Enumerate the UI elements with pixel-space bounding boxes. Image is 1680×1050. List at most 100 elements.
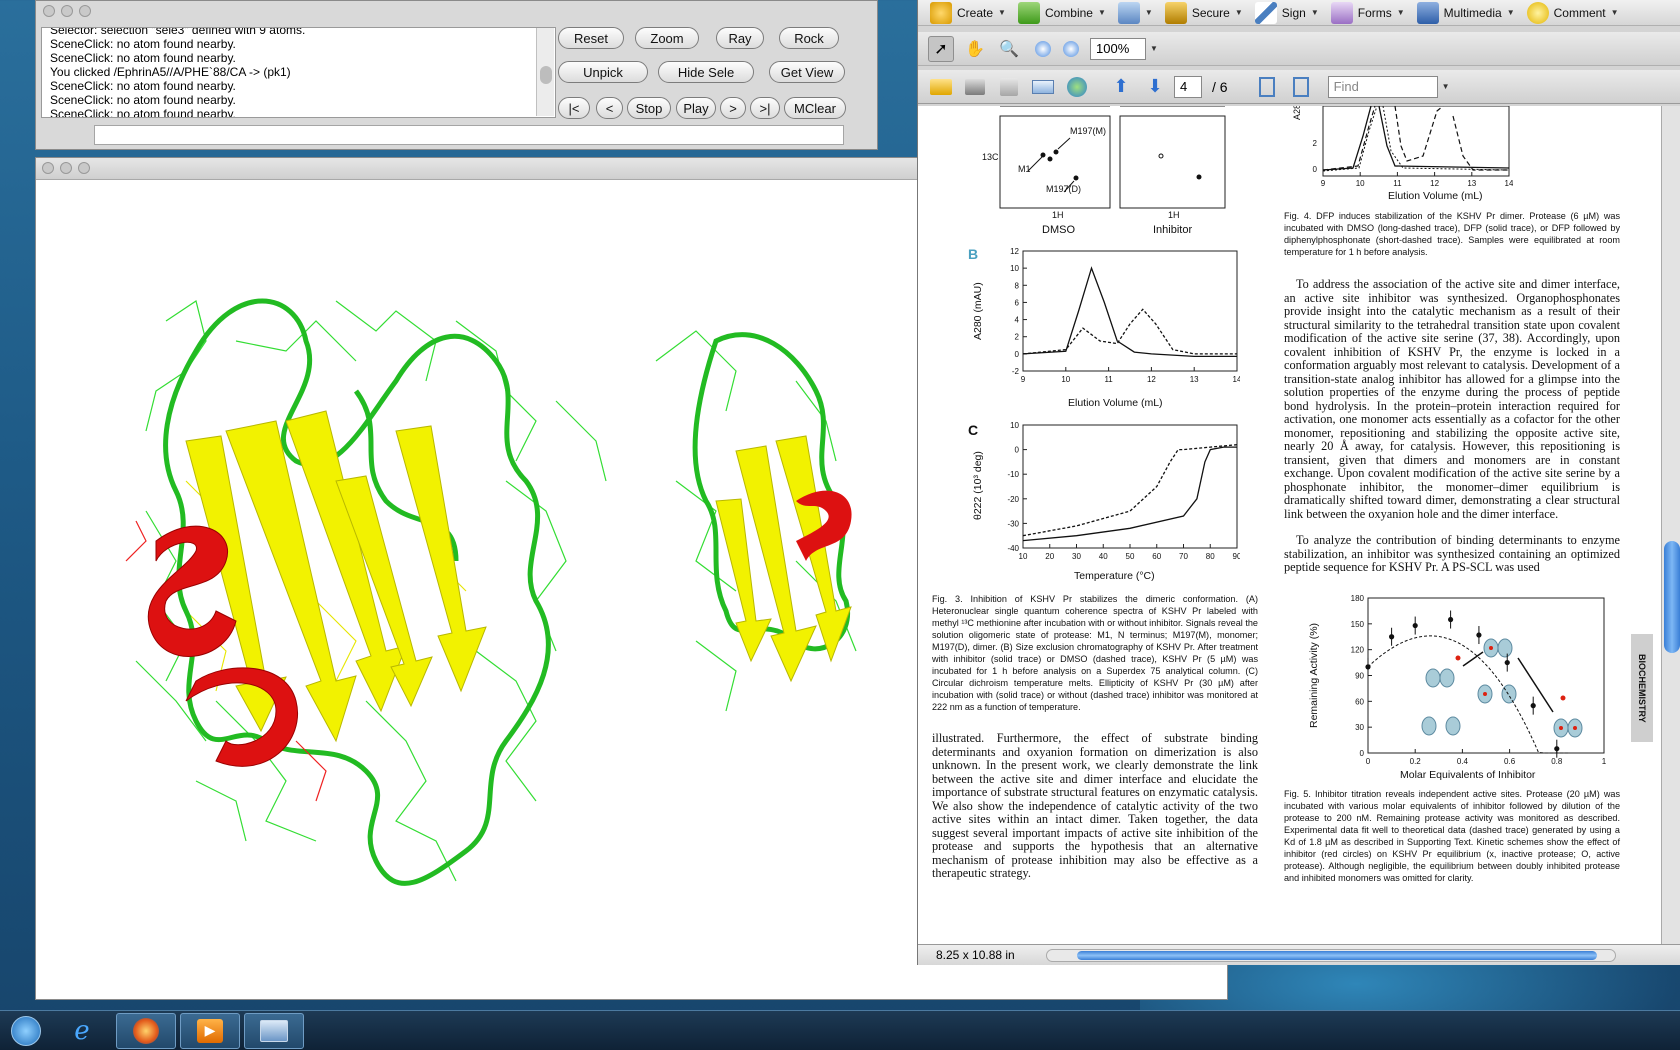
console-line: Selector: selection "sele3" defined with… <box>50 27 306 37</box>
hide-sele-button[interactable]: Hide Sele <box>658 61 754 83</box>
fig5-chart: 0 0.2 0.4 0.6 0.8 1 180 150 120 90 60 30 0 <box>1351 594 1607 766</box>
console-scroll-thumb[interactable] <box>540 66 552 84</box>
window-controls[interactable] <box>43 5 91 17</box>
acrobat-navigation-toolbar: ➚ ✋ 🔍 100% ▼ <box>918 32 1680 66</box>
taskbar-firefox[interactable] <box>116 1012 176 1049</box>
hsqc-x-axis-label-right: 1H <box>1168 210 1180 220</box>
fig4-series-solid <box>1322 106 1510 171</box>
create-button[interactable]: Create ▼ <box>930 1 1006 24</box>
find-input[interactable]: Find <box>1327 75 1438 98</box>
rock-button[interactable]: Rock <box>779 27 839 49</box>
console-scrollbar[interactable] <box>536 28 554 116</box>
next-frame-button[interactable]: > <box>720 97 746 119</box>
panel-inhibitor-label: Inhibitor <box>1153 224 1193 236</box>
zoom-in-button[interactable] <box>1058 36 1084 62</box>
share-button[interactable] <box>1064 74 1090 100</box>
vertical-scroll-thumb[interactable] <box>1664 541 1680 653</box>
peak <box>1196 174 1202 180</box>
close-icon[interactable] <box>42 162 54 174</box>
envelope-icon <box>1032 79 1054 94</box>
fig3c-x-tick-label: 20 <box>1045 552 1054 561</box>
console-line: SceneClick: no atom found nearby. <box>50 51 236 65</box>
fig4-ylabel: A280 <box>1292 106 1302 120</box>
windows-logo-icon <box>11 1015 41 1046</box>
zoom-out-button[interactable] <box>1030 36 1056 62</box>
monomer-icon <box>1497 638 1513 658</box>
window-controls[interactable] <box>42 162 90 174</box>
previous-page-button[interactable]: ⬆ <box>1108 74 1134 100</box>
monomer-icon <box>1439 668 1455 688</box>
close-icon[interactable] <box>43 5 55 17</box>
inhibitor-dot <box>1483 692 1487 696</box>
sign-button[interactable]: Sign ▼ <box>1254 1 1319 24</box>
fig4-y-tick-label: 0 <box>1313 165 1318 174</box>
stop-button[interactable]: Stop <box>627 97 671 119</box>
zoom-button[interactable]: Zoom <box>635 27 699 49</box>
get-view-button[interactable]: Get View <box>769 61 845 83</box>
fig3-caption: Fig. 3. Inhibition of KSHV Pr stabilizes… <box>932 594 1258 712</box>
minimize-icon[interactable] <box>60 162 72 174</box>
last-frame-button[interactable]: >| <box>750 97 780 119</box>
fit-page-button[interactable] <box>1288 74 1314 100</box>
unpick-button[interactable]: Unpick <box>558 61 648 83</box>
windows-taskbar: e ▶ <box>0 1010 1680 1050</box>
email-button[interactable] <box>1030 74 1056 100</box>
ray-button[interactable]: Ray <box>716 27 764 49</box>
taskbar-media-player[interactable]: ▶ <box>180 1012 240 1049</box>
pymol-command-input[interactable] <box>94 125 844 145</box>
fig4-y-tick-label: 2 <box>1313 139 1318 148</box>
film-icon <box>1416 1 1439 24</box>
panel-c-label: C <box>968 422 979 438</box>
taskbar-remote-desktop[interactable] <box>244 1012 304 1049</box>
fig3c-series-solid <box>1022 446 1237 542</box>
hand-tool-button[interactable]: ✋ <box>962 36 988 62</box>
start-button[interactable] <box>4 1013 48 1049</box>
pen-icon <box>1254 1 1277 24</box>
fig5-y-tick-label: 120 <box>1351 646 1365 655</box>
reset-button[interactable]: Reset <box>558 27 624 49</box>
fit-width-icon <box>1258 76 1275 97</box>
fit-width-button[interactable] <box>1254 74 1280 100</box>
create-label: Create <box>957 5 994 20</box>
chevron-down-icon[interactable]: ▼ <box>1150 44 1158 53</box>
print-button[interactable] <box>962 74 988 100</box>
open-button[interactable] <box>928 74 954 100</box>
chevron-down-icon[interactable]: ▼ <box>1442 82 1450 91</box>
fig3c-y-tick-label: 0 <box>1015 446 1020 455</box>
prev-frame-button[interactable]: < <box>596 97 623 119</box>
chevron-down-icon: ▼ <box>1144 8 1153 17</box>
secure-button[interactable]: Secure ▼ <box>1164 1 1243 24</box>
arrow-m197m <box>1057 137 1071 150</box>
minimize-icon[interactable] <box>61 5 73 17</box>
document-horizontal-scrollbar[interactable] <box>1046 949 1616 962</box>
zoom-icon[interactable] <box>78 162 90 174</box>
fig3b-x-tick-label: 10 <box>1061 375 1070 384</box>
save-button[interactable] <box>996 74 1022 100</box>
forms-button[interactable]: Forms ▼ <box>1330 1 1405 24</box>
fig3c-ylabel: θ222 (10³ deg) <box>972 451 984 520</box>
multimedia-button[interactable]: Multimedia ▼ <box>1416 1 1515 24</box>
fig3b-series-solid <box>1022 266 1237 358</box>
play-button[interactable]: Play <box>676 97 716 119</box>
marquee-zoom-button[interactable]: 🔍 <box>996 36 1022 62</box>
zoom-level-input[interactable]: 100% <box>1090 37 1146 60</box>
forms-icon <box>1330 1 1353 24</box>
fig5-data-point <box>1365 664 1371 670</box>
fig5-data-point <box>1448 616 1454 623</box>
collaborate-button[interactable]: ▼ <box>1117 1 1153 24</box>
fig3c-x-tick-label: 90 <box>1233 552 1240 561</box>
select-tool-button[interactable]: ➚ <box>928 35 954 62</box>
taskbar-internet-explorer[interactable]: e <box>52 1013 112 1049</box>
paragraph-right-1: To address the association of the active… <box>1284 277 1620 521</box>
comment-button[interactable]: Comment ▼ <box>1526 1 1619 24</box>
label-m1: M1 <box>1018 164 1031 174</box>
document-vertical-scrollbar[interactable] <box>1661 106 1680 944</box>
next-page-button[interactable]: ⬇ <box>1142 74 1168 100</box>
zoom-icon[interactable] <box>79 5 91 17</box>
combine-button[interactable]: Combine ▼ <box>1017 1 1106 24</box>
mclear-button[interactable]: MClear <box>784 97 846 119</box>
alpha-helix <box>147 525 298 767</box>
horizontal-scroll-thumb[interactable] <box>1077 951 1597 960</box>
page-number-input[interactable]: 4 <box>1174 75 1202 98</box>
rewind-button[interactable]: |< <box>558 97 590 119</box>
